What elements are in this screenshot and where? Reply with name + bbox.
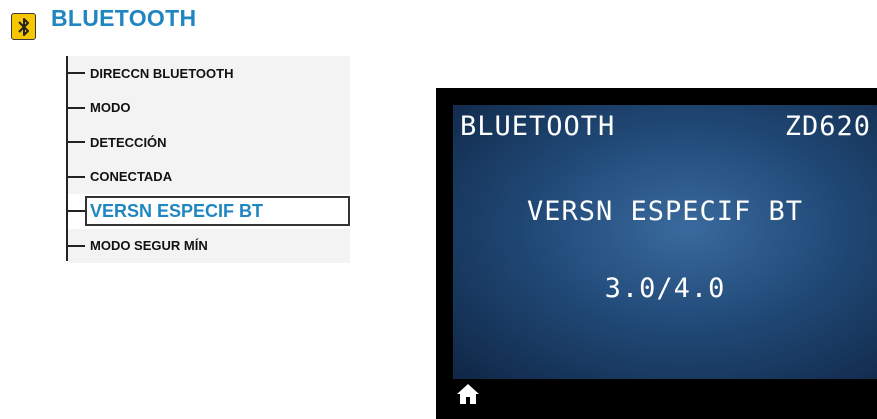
printer-display: BLUETOOTH ZD620 VERSN ESPECIF BT 3.0/4.0 [436, 88, 877, 419]
display-model: ZD620 [784, 111, 871, 142]
display-screen: BLUETOOTH ZD620 VERSN ESPECIF BT 3.0/4.0 [453, 105, 877, 379]
page-title: BLUETOOTH [51, 5, 197, 31]
menu-item-label: MODO SEGUR MÍN [90, 238, 208, 254]
menu-item-label: CONECTADA [90, 169, 173, 185]
menu-item-direccn-bluetooth[interactable]: DIRECCN BLUETOOTH [68, 56, 350, 91]
menu-item-label: MODO [90, 100, 131, 116]
display-setting-name: VERSN ESPECIF BT [526, 196, 804, 227]
menu-item-label: DETECCIÓN [90, 134, 167, 150]
menu-tree: DIRECCN BLUETOOTH MODO DETECCIÓN CONECTA… [68, 56, 350, 263]
menu-item-label: DIRECCN BLUETOOTH [90, 65, 234, 81]
menu-item-modo[interactable]: MODO [68, 90, 350, 125]
menu-item-deteccion[interactable]: DETECCIÓN [68, 125, 350, 160]
bluetooth-icon [11, 13, 36, 40]
display-setting-value: 3.0/4.0 [604, 273, 726, 304]
menu-item-modo-segur-min[interactable]: MODO SEGUR MÍN [68, 228, 350, 263]
menu-item-versn-especif-bt[interactable]: VERSN ESPECIF BT [68, 194, 350, 229]
menu-item-label: VERSN ESPECIF BT [90, 200, 264, 221]
display-title: BLUETOOTH [460, 111, 616, 142]
home-icon[interactable] [456, 382, 480, 406]
menu-item-conectada[interactable]: CONECTADA [68, 159, 350, 194]
